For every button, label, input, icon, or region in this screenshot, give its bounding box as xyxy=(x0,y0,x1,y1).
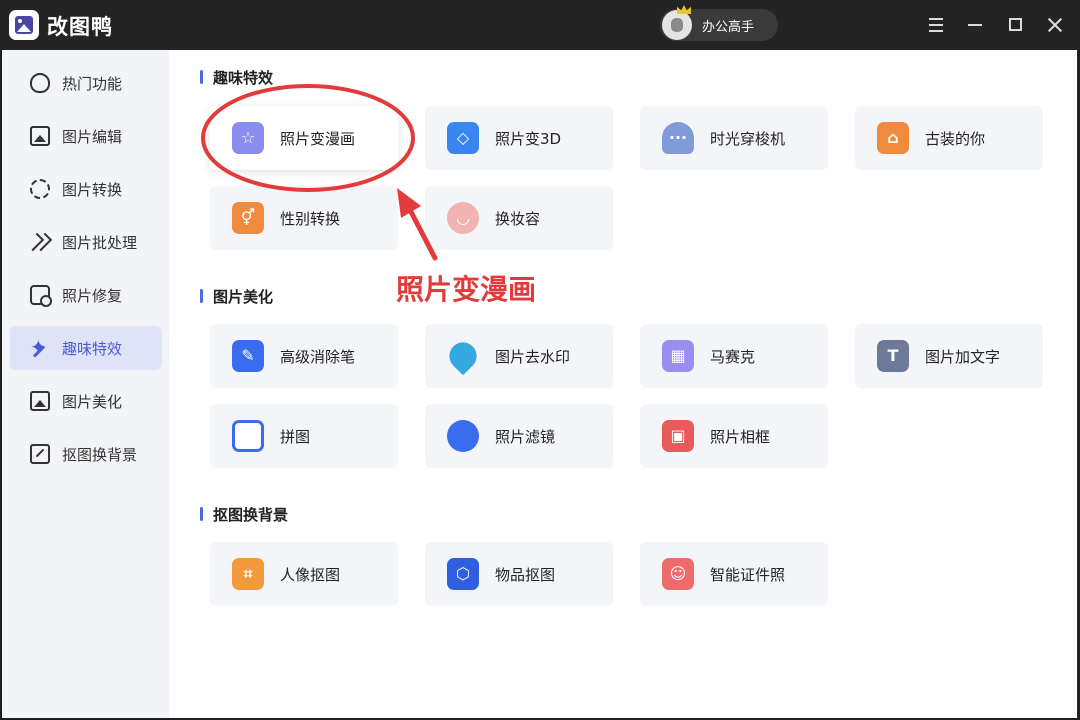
minimize-button[interactable] xyxy=(962,12,988,38)
sidebar-item-cutout[interactable]: 抠图换背景 xyxy=(10,432,162,476)
card-label: 古装的你 xyxy=(925,130,986,148)
sidebar-item-repair[interactable]: 照片修复 xyxy=(10,273,162,317)
cube-3d-icon: ◇ xyxy=(447,122,479,154)
card-label: 拼图 xyxy=(280,428,311,446)
sidebar-item-label: 图片批处理 xyxy=(62,234,138,252)
card-label: 照片滤镜 xyxy=(495,428,556,446)
card-ancient-costume[interactable]: ⌂ 古装的你 xyxy=(855,106,1043,170)
card-label: 照片变3D xyxy=(495,130,562,148)
title-bar: 改图鸭 办公高手 xyxy=(0,0,1080,50)
eraser-icon: ✎ xyxy=(232,340,264,372)
card-label: 智能证件照 xyxy=(710,566,786,584)
avatar xyxy=(662,10,692,40)
sparkle-icon xyxy=(30,335,50,359)
user-account-button[interactable]: 办公高手 xyxy=(660,5,778,41)
main-content: 趣味特效 ☆ 照片变漫画 ◇ 照片变3D ··· 时光穿梭机 ⌂ 古装的你 ⚥ … xyxy=(169,50,1077,718)
card-photo-filter[interactable]: 照片滤镜 xyxy=(425,404,613,468)
section-title-fun-effects: 趣味特效 xyxy=(200,67,273,88)
card-label: 换妆容 xyxy=(495,210,541,228)
menu-button[interactable] xyxy=(923,12,949,38)
card-object-cutout[interactable]: ⬡ 物品抠图 xyxy=(425,542,613,606)
sidebar-item-convert[interactable]: 图片转换 xyxy=(10,167,162,211)
user-name: 办公高手 xyxy=(702,20,755,35)
gender-swap-icon: ⚥ xyxy=(232,202,264,234)
card-label: 马赛克 xyxy=(710,348,756,366)
sidebar-item-batch[interactable]: 图片批处理 xyxy=(10,220,162,264)
filter-icon xyxy=(447,420,479,452)
sidebar-item-label: 照片修复 xyxy=(62,287,123,305)
flame-icon xyxy=(30,73,50,93)
sidebar-item-image-edit[interactable]: 图片编辑 xyxy=(10,114,162,158)
add-text-icon: T xyxy=(877,340,909,372)
frame-icon: ▣ xyxy=(662,420,694,452)
time-machine-icon: ··· xyxy=(662,122,694,154)
card-mosaic[interactable]: ▦ 马赛克 xyxy=(640,324,828,388)
card-time-machine[interactable]: ··· 时光穿梭机 xyxy=(640,106,828,170)
section-title-cutout: 抠图换背景 xyxy=(200,504,288,525)
portrait-cutout-icon: ⌗ xyxy=(232,558,264,590)
collage-icon xyxy=(232,420,264,452)
image-edit-icon xyxy=(30,126,50,146)
card-gender-swap[interactable]: ⚥ 性别转换 xyxy=(210,186,398,250)
card-add-text[interactable]: T 图片加文字 xyxy=(855,324,1043,388)
card-label: 物品抠图 xyxy=(495,566,556,584)
sidebar: 热门功能 图片编辑 图片转换 图片批处理 照片修复 趣味特效 图片美化 抠图换背… xyxy=(2,50,169,718)
close-button[interactable] xyxy=(1042,12,1068,38)
sidebar-item-fun-effects[interactable]: 趣味特效 xyxy=(10,326,162,370)
mosaic-icon: ▦ xyxy=(662,340,694,372)
watermark-remove-icon xyxy=(443,336,483,376)
makeup-icon: ◡ xyxy=(447,202,479,234)
card-portrait-cutout[interactable]: ⌗ 人像抠图 xyxy=(210,542,398,606)
card-label: 照片相框 xyxy=(710,428,771,446)
card-id-photo[interactable]: ☺ 智能证件照 xyxy=(640,542,828,606)
card-photo-frame[interactable]: ▣ 照片相框 xyxy=(640,404,828,468)
card-makeup[interactable]: ◡ 换妆容 xyxy=(425,186,613,250)
card-label: 人像抠图 xyxy=(280,566,341,584)
ancient-costume-icon: ⌂ xyxy=(877,122,909,154)
repair-icon xyxy=(30,285,52,307)
sidebar-item-label: 趣味特效 xyxy=(62,340,123,358)
card-photo-to-cartoon[interactable]: ☆ 照片变漫画 xyxy=(210,106,398,170)
card-label: 图片去水印 xyxy=(495,348,571,366)
batch-icon xyxy=(30,232,50,252)
sidebar-item-hot[interactable]: 热门功能 xyxy=(10,61,162,105)
id-photo-icon: ☺ xyxy=(662,558,694,590)
card-label: 时光穿梭机 xyxy=(710,130,786,148)
card-photo-to-3d[interactable]: ◇ 照片变3D xyxy=(425,106,613,170)
card-label: 照片变漫画 xyxy=(280,130,356,148)
app-logo-icon xyxy=(9,10,39,40)
card-label: 图片加文字 xyxy=(925,348,1001,366)
card-watermark-remove[interactable]: 图片去水印 xyxy=(425,324,613,388)
convert-icon xyxy=(30,179,50,199)
object-cutout-icon: ⬡ xyxy=(447,558,479,590)
beautify-icon xyxy=(30,391,50,411)
card-advanced-eraser[interactable]: ✎ 高级消除笔 xyxy=(210,324,398,388)
card-collage[interactable]: 拼图 xyxy=(210,404,398,468)
crown-icon xyxy=(677,5,691,14)
cartoon-icon: ☆ xyxy=(232,122,264,154)
annotation-text: 照片变漫画 xyxy=(396,273,537,306)
sidebar-item-label: 图片编辑 xyxy=(62,128,123,146)
maximize-button[interactable] xyxy=(1002,12,1028,38)
sidebar-item-label: 抠图换背景 xyxy=(62,446,138,464)
sidebar-item-label: 图片美化 xyxy=(62,393,123,411)
section-title-beautify: 图片美化 xyxy=(200,286,273,307)
card-label: 高级消除笔 xyxy=(280,348,356,366)
card-label: 性别转换 xyxy=(280,210,341,228)
cutout-icon xyxy=(30,444,50,464)
app-title: 改图鸭 xyxy=(47,15,113,39)
sidebar-item-beautify[interactable]: 图片美化 xyxy=(10,379,162,423)
sidebar-item-label: 图片转换 xyxy=(62,181,123,199)
sidebar-item-label: 热门功能 xyxy=(62,75,123,93)
